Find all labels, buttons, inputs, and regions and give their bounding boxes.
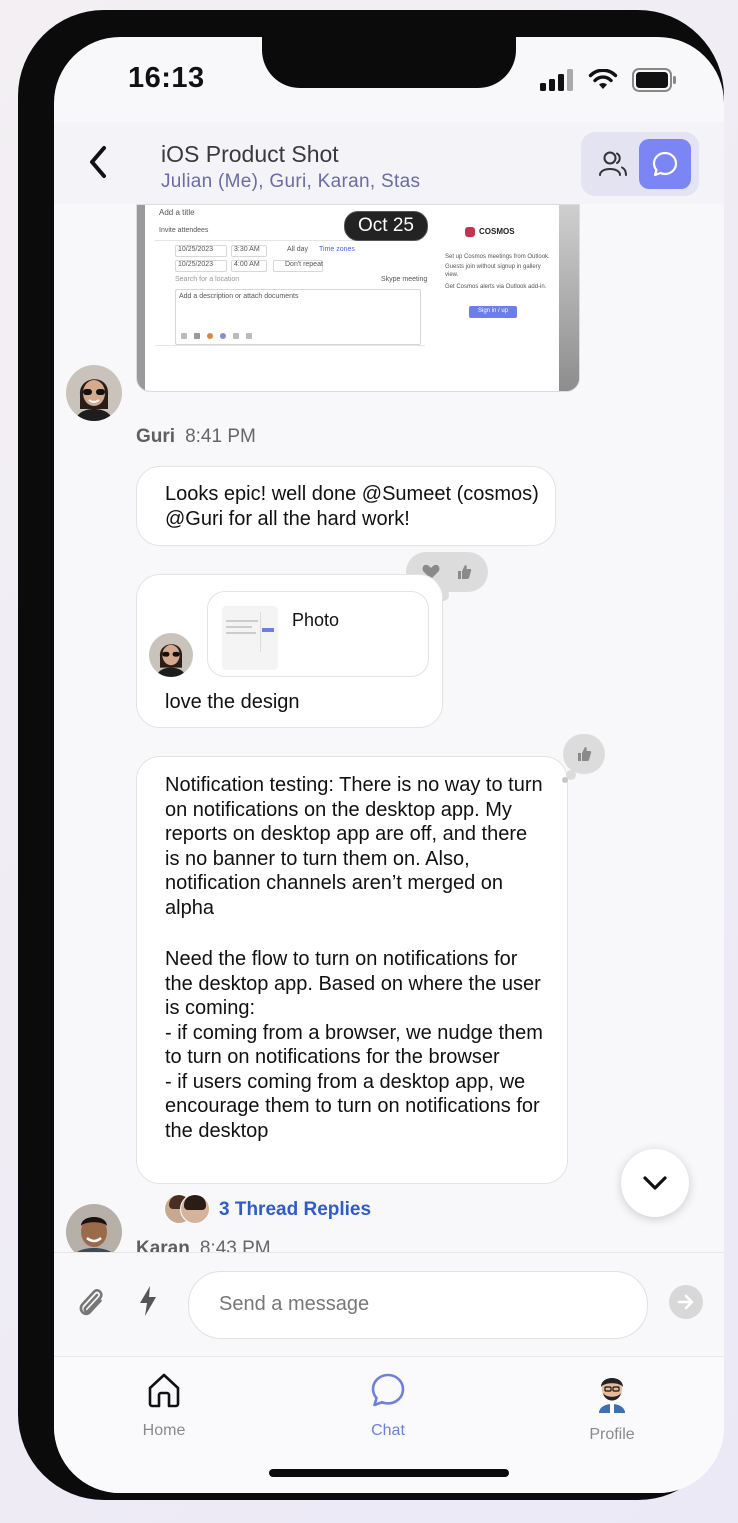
- message-meta-karan: Karan 8:43 PM: [136, 1238, 271, 1252]
- scroll-to-bottom-button[interactable]: [621, 1149, 689, 1217]
- profile-avatar-icon: [599, 1378, 625, 1413]
- message-time: 8:43 PM: [199, 1238, 271, 1252]
- battery-icon: [632, 68, 676, 92]
- quoted-photo-card[interactable]: Photo: [207, 591, 429, 677]
- wifi-icon: [588, 69, 618, 89]
- chat-header: iOS Product Shot Julian (Me), Guri, Kara…: [54, 122, 724, 204]
- chat-participants: Julian (Me), Guri, Karan, Stas: [161, 171, 421, 192]
- message-composer: [54, 1252, 724, 1357]
- message-text: love the design: [165, 691, 300, 713]
- attachment-allday: All day: [287, 246, 309, 253]
- attachment-time-1: 3:30 AM: [234, 246, 260, 253]
- tab-chat[interactable]: Chat: [328, 1371, 448, 1440]
- attachment-brand: COSMOS: [479, 227, 515, 236]
- chat-title: iOS Product Shot: [161, 141, 339, 167]
- app-screen: 16:13 iOS Product Shot Julian (Me), Guri…: [54, 37, 724, 1493]
- message-bullet-1: - if coming from a browser, we nudge the…: [165, 1021, 543, 1069]
- message-time: 8:41 PM: [185, 426, 256, 447]
- message-meta-guri: Guri 8:41 PM: [136, 426, 256, 448]
- quoted-label: Photo: [292, 610, 340, 630]
- home-indicator: [269, 1469, 509, 1477]
- attachment-bullet-2: Guests join without signup in gallery vi…: [445, 264, 541, 278]
- attachment-repeat: Don't repeat: [285, 261, 323, 268]
- arrow-right-icon: [677, 1294, 694, 1310]
- chevron-left-icon: [90, 146, 106, 178]
- avatar-karan[interactable]: [66, 1204, 122, 1252]
- tab-chat-label: Chat: [371, 1422, 405, 1439]
- thumbs-up-icon: [458, 565, 472, 579]
- phone-frame: 16:13 iOS Product Shot Julian (Me), Guri…: [18, 10, 724, 1500]
- avatar-guri-small-image: [149, 633, 193, 677]
- message-bubble[interactable]: Notification testing: There is no way to…: [136, 756, 568, 1184]
- chat-icon: [371, 1373, 405, 1407]
- chat-bubble-icon: [652, 151, 678, 177]
- tab-home[interactable]: Home: [104, 1371, 224, 1440]
- avatar-karan-image: [66, 1204, 122, 1252]
- attachment-description: Add a description or attach documents: [179, 293, 299, 300]
- attachment-location: Search for a location: [175, 276, 240, 283]
- message-bullet-2: - if users coming from a desktop app, we…: [165, 1070, 540, 1142]
- attachment-bullet-3: Get Cosmos alerts via Outlook add-in.: [445, 284, 547, 290]
- attachment-invite: Invite attendees: [159, 227, 209, 234]
- attachment-time-2: 4:00 AM: [234, 261, 260, 268]
- attachment-form-title: Add a title: [159, 208, 195, 217]
- notch: [262, 37, 516, 88]
- attachment-date-2: 10/25/2023: [178, 261, 214, 268]
- home-icon: [148, 1373, 180, 1408]
- avatar-guri[interactable]: [66, 365, 122, 421]
- message-paragraph-2: Need the flow to turn on notifications f…: [165, 948, 541, 1019]
- sender-name: Karan: [136, 1238, 190, 1252]
- tab-home-label: Home: [142, 1422, 186, 1439]
- quick-actions-button[interactable]: [137, 1284, 159, 1323]
- paperclip-icon: [79, 1289, 103, 1316]
- thread-replies-link[interactable]: 3 Thread Replies: [219, 1199, 371, 1221]
- cellular-signal-icon: [540, 69, 573, 91]
- thumbs-up-icon: [578, 747, 592, 761]
- send-button[interactable]: [669, 1285, 703, 1319]
- back-button[interactable]: [84, 144, 114, 180]
- avatar-guri-small: [149, 633, 193, 677]
- attach-button[interactable]: [76, 1286, 106, 1327]
- message-text: Looks epic! well done @Sumeet (cosmos) @…: [165, 483, 539, 530]
- tab-profile[interactable]: Profile: [552, 1371, 672, 1444]
- attachment-signin: Sign in / up: [478, 308, 509, 314]
- attachment-timezones: Time zones: [319, 246, 355, 253]
- message-input-box[interactable]: [188, 1271, 648, 1339]
- attachment-skype: Skype meeting: [381, 276, 428, 283]
- avatar-guri-image: [66, 365, 122, 421]
- message-feed[interactable]: Add a title Invite attendees 10/25/2023 …: [54, 204, 724, 1252]
- photo-thumbnail: [222, 606, 278, 670]
- tab-profile-label: Profile: [589, 1426, 635, 1443]
- date-divider: Oct 25: [344, 211, 428, 241]
- message-paragraph-1: Notification testing: There is no way to…: [165, 774, 543, 919]
- chevron-down-icon: [643, 1176, 667, 1190]
- reaction-badge[interactable]: [563, 734, 605, 774]
- lightning-icon: [140, 1286, 156, 1316]
- message-input[interactable]: [217, 1272, 621, 1336]
- status-time: 16:13: [128, 62, 205, 94]
- attachment-date-1: 10/25/2023: [178, 246, 214, 253]
- people-icon: [599, 151, 627, 176]
- members-button[interactable]: [587, 139, 639, 189]
- attachment-bullet-1: Set up Cosmos meetings from Outlook.: [445, 254, 550, 260]
- message-bubble[interactable]: Photo love the design: [136, 574, 443, 728]
- status-icons: [540, 67, 678, 93]
- header-action-group: [581, 132, 699, 196]
- attachment-promo-panel: COSMOS Set up Cosmos meetings from Outlo…: [427, 205, 559, 391]
- message-bubble[interactable]: Looks epic! well done @Sumeet (cosmos) @…: [136, 466, 556, 546]
- chat-view-button[interactable]: [639, 139, 691, 189]
- sender-name: Guri: [136, 426, 176, 447]
- thread-avatars: [164, 1194, 210, 1224]
